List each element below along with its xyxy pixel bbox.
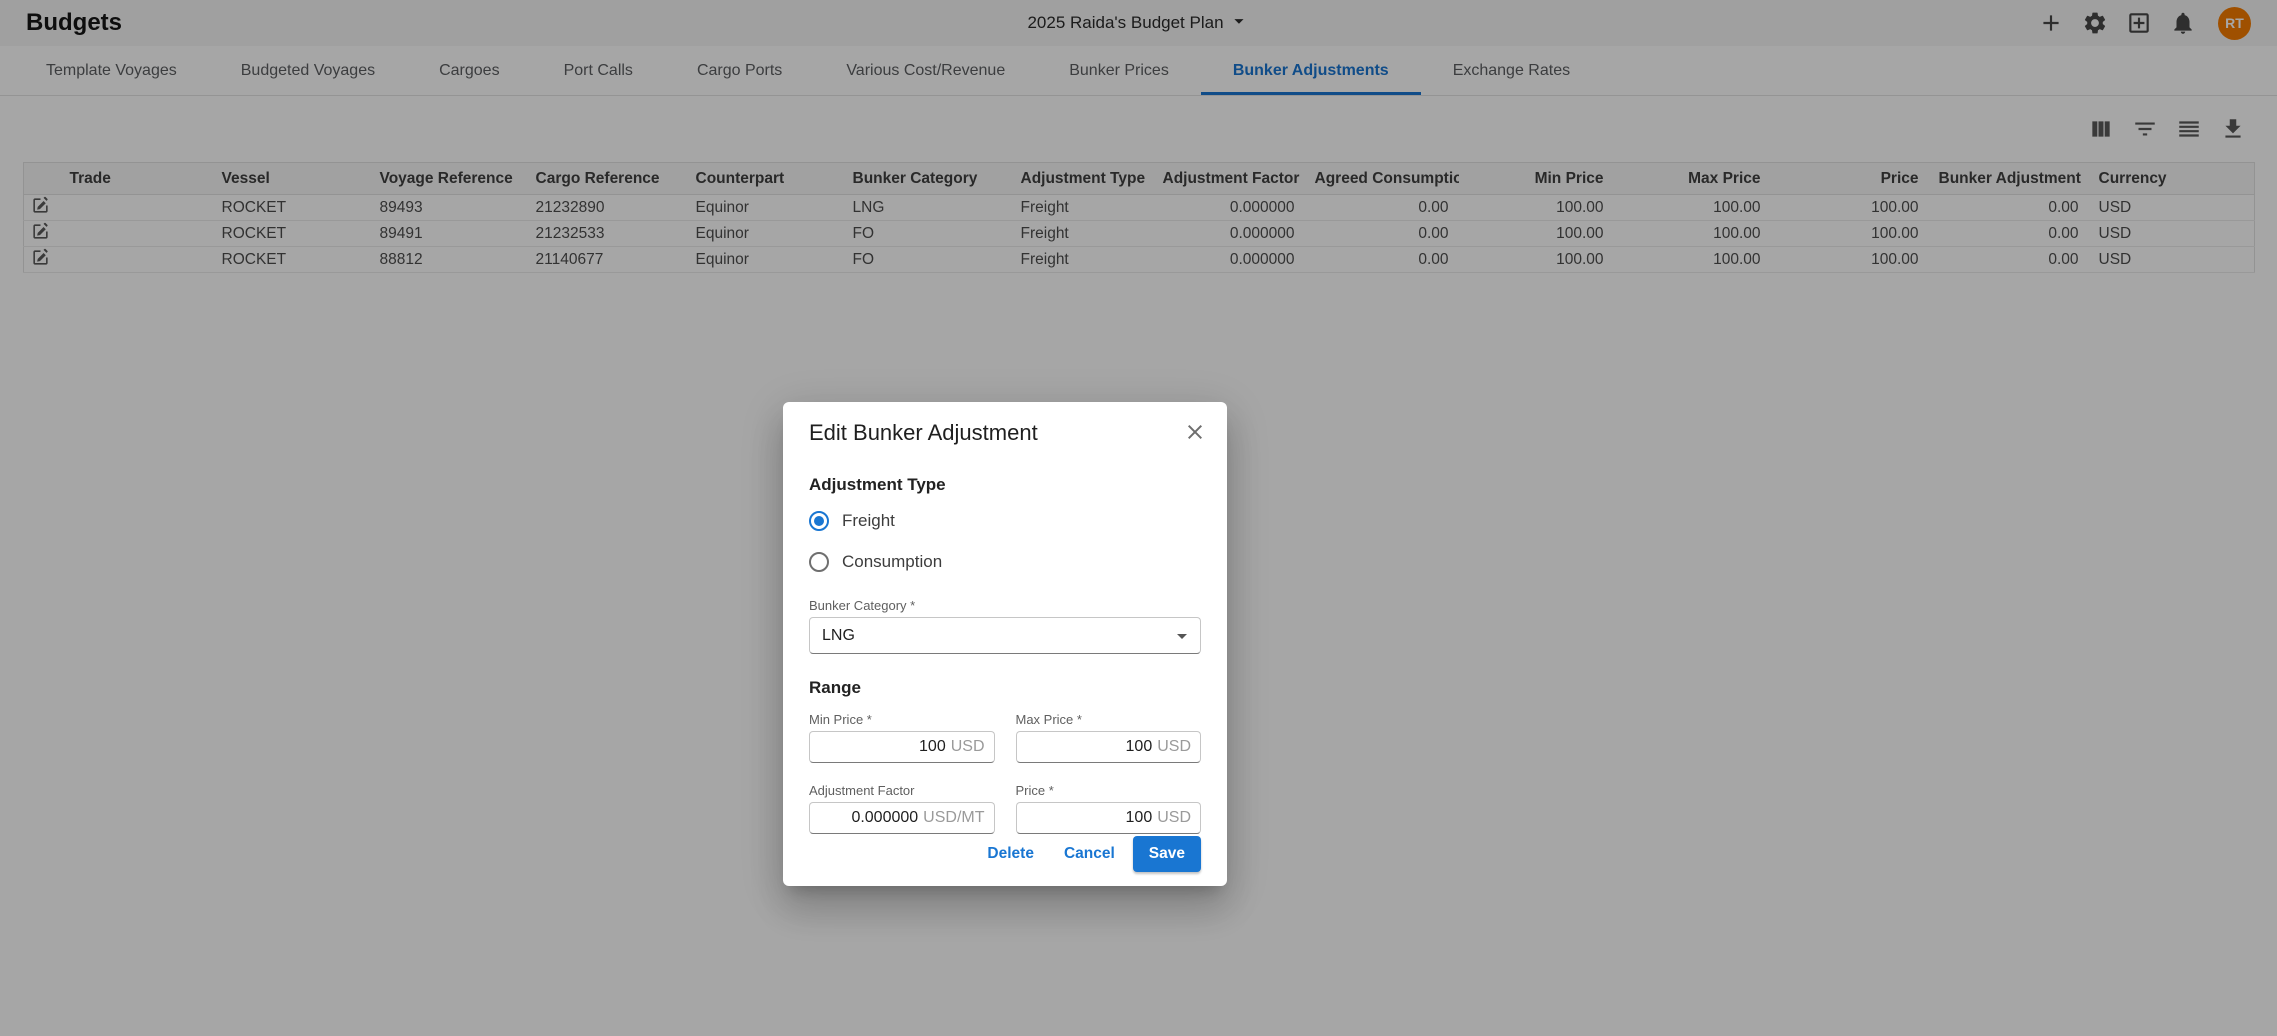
radio-label: Freight (842, 511, 895, 531)
range-fields-row-1: Min Price * 100 USD Max Price * 100 USD (809, 712, 1201, 763)
close-icon (1183, 420, 1207, 447)
save-button[interactable]: Save (1133, 836, 1201, 872)
adjustment-type-section-title: Adjustment Type (809, 475, 1201, 495)
min-price-value: 100 (919, 738, 946, 756)
max-price-field-group: Max Price * 100 USD (1016, 712, 1202, 763)
bunker-category-label: Bunker Category * (809, 598, 1201, 613)
price-unit: USD (1157, 809, 1191, 827)
radio-label: Consumption (842, 552, 942, 572)
bunker-category-value: LNG (822, 627, 855, 645)
chevron-down-icon (1170, 624, 1194, 648)
adjustment-factor-value: 0.000000 (851, 809, 918, 827)
price-field-group: Price * 100 USD (1016, 783, 1202, 834)
price-label: Price * (1016, 783, 1202, 798)
range-fields-row-2: Adjustment Factor 0.000000 USD/MT Price … (809, 783, 1201, 834)
range-section-title: Range (809, 678, 1201, 698)
min-price-label: Min Price * (809, 712, 995, 727)
adjustment-factor-field-group: Adjustment Factor 0.000000 USD/MT (809, 783, 995, 834)
cancel-button[interactable]: Cancel (1052, 837, 1127, 871)
radio-option-freight[interactable]: Freight (809, 507, 1201, 535)
min-price-field-group: Min Price * 100 USD (809, 712, 995, 763)
adjustment-factor-input[interactable]: 0.000000 USD/MT (809, 802, 995, 834)
adjustment-type-radio-group: Freight Consumption (809, 507, 1201, 576)
adjustment-factor-label: Adjustment Factor (809, 783, 995, 798)
max-price-input[interactable]: 100 USD (1016, 731, 1202, 763)
bunker-category-select[interactable]: LNG (809, 617, 1201, 654)
min-price-unit: USD (951, 738, 985, 756)
radio-unchecked-icon (809, 552, 829, 572)
max-price-value: 100 (1126, 738, 1153, 756)
radio-option-consumption[interactable]: Consumption (809, 548, 1201, 576)
max-price-label: Max Price * (1016, 712, 1202, 727)
min-price-input[interactable]: 100 USD (809, 731, 995, 763)
delete-button[interactable]: Delete (975, 837, 1046, 871)
price-value: 100 (1126, 809, 1153, 827)
close-icon (1183, 420, 1207, 444)
adjustment-factor-unit: USD/MT (923, 809, 984, 827)
price-input[interactable]: 100 USD (1016, 802, 1202, 834)
edit-bunker-adjustment-dialog: Edit Bunker Adjustment Adjustment Type F… (783, 402, 1227, 886)
dialog-actions: Delete Cancel Save (809, 836, 1201, 872)
chevron-down-icon (1170, 624, 1194, 648)
dialog-header: Edit Bunker Adjustment (809, 420, 1201, 451)
radio-checked-icon (809, 511, 829, 531)
max-price-unit: USD (1157, 738, 1191, 756)
dialog-title: Edit Bunker Adjustment (809, 420, 1038, 446)
close-button[interactable] (1179, 416, 1211, 451)
